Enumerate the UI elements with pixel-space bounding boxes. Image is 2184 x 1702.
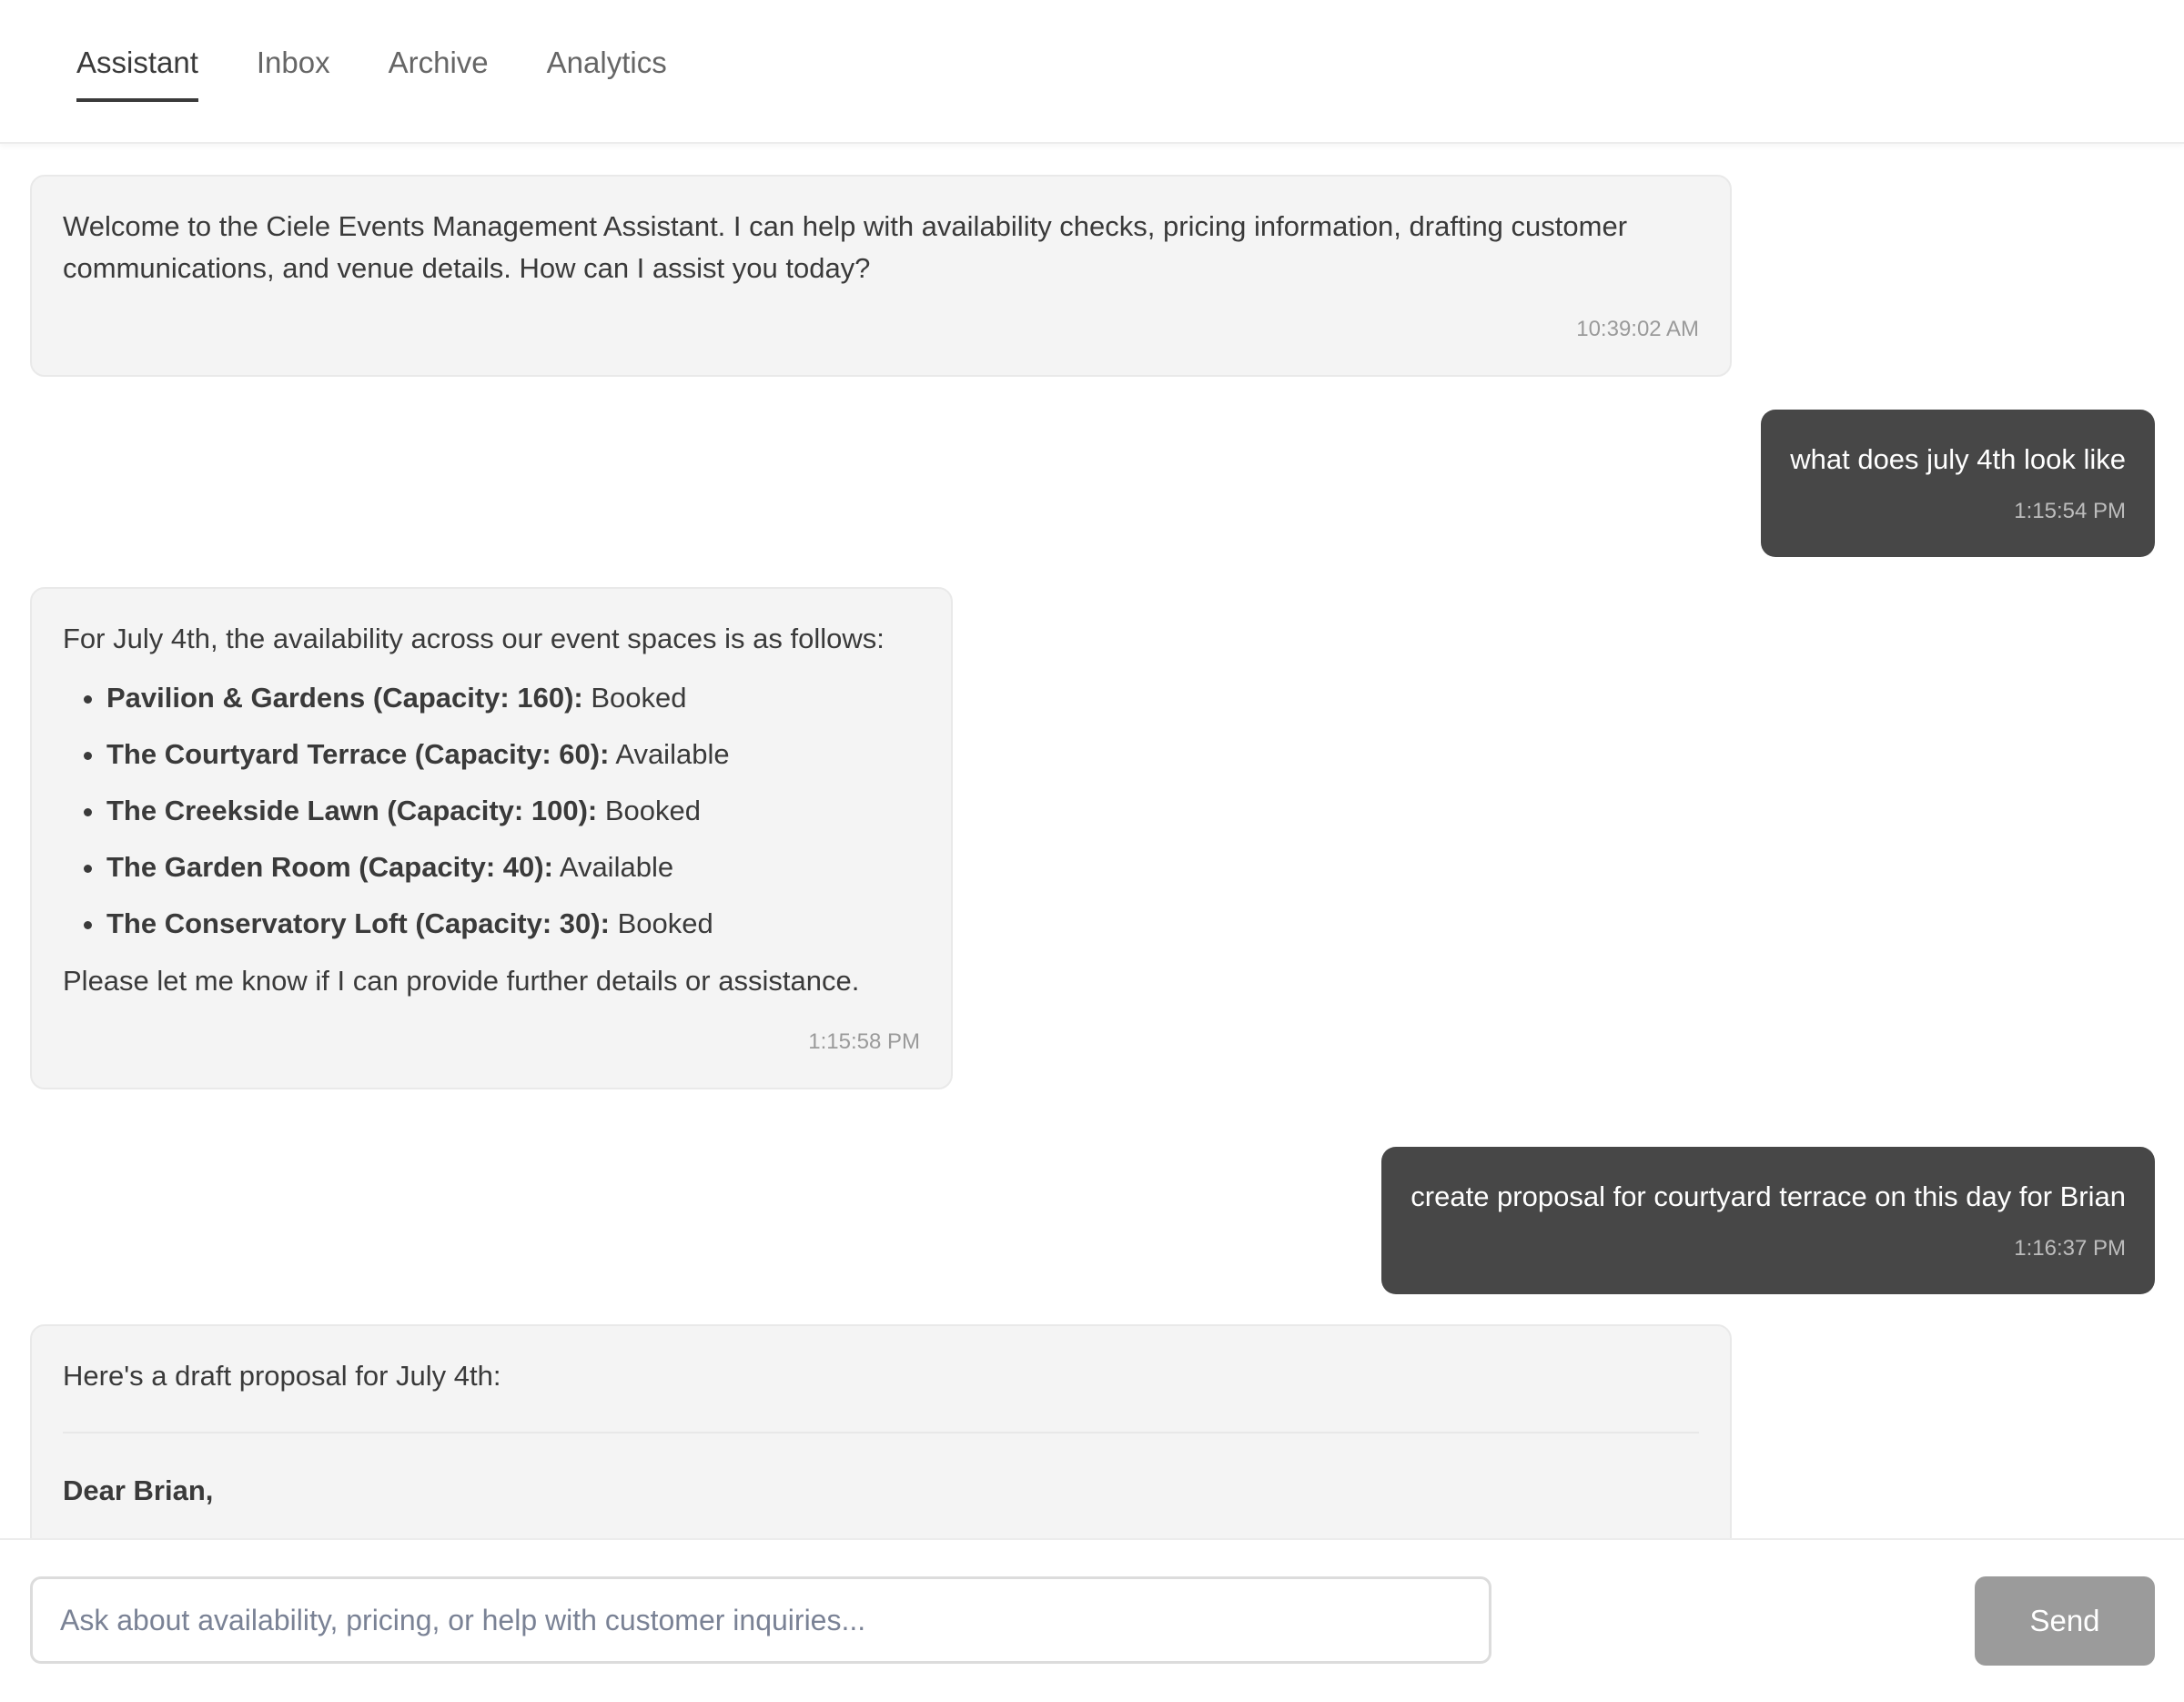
venue-status: Booked <box>617 907 713 939</box>
venue-name: Pavilion & Gardens (Capacity: 160): <box>106 682 583 714</box>
venue-status: Booked <box>591 682 687 714</box>
message-text: create proposal for courtyard terrace on… <box>1410 1180 2126 1212</box>
list-item: The Conservatory Loft (Capacity: 30): Bo… <box>106 906 920 942</box>
venue-status: Available <box>559 851 674 883</box>
list-item: The Garden Room (Capacity: 40): Availabl… <box>106 849 920 886</box>
venue-name: The Courtyard Terrace (Capacity: 60): <box>106 738 610 770</box>
venue-name: The Creekside Lawn (Capacity: 100): <box>106 795 598 826</box>
message-text: what does july 4th look like <box>1790 443 2126 475</box>
divider <box>63 1432 1699 1434</box>
assistant-message-proposal: Here's a draft proposal for July 4th: De… <box>30 1324 1732 1538</box>
message-text: Here's a draft proposal for July 4th: <box>63 1360 501 1392</box>
tab-analytics[interactable]: Analytics <box>547 44 667 102</box>
message-timestamp: 1:15:54 PM <box>2014 499 2126 523</box>
venue-status: Available <box>615 738 730 770</box>
message-text: Please let me know if I can provide furt… <box>63 965 860 997</box>
assistant-message-availability: For July 4th, the availability across ou… <box>30 587 953 1089</box>
tab-archive[interactable]: Archive <box>389 44 489 102</box>
user-message-2: create proposal for courtyard terrace on… <box>1381 1147 2155 1294</box>
list-item: The Courtyard Terrace (Capacity: 60): Av… <box>106 736 920 773</box>
venue-name: The Conservatory Loft (Capacity: 30): <box>106 907 610 939</box>
tab-assistant[interactable]: Assistant <box>76 44 198 102</box>
message-input[interactable] <box>30 1576 1491 1664</box>
composer: Send <box>0 1538 2184 1702</box>
tab-bar: Assistant Inbox Archive Analytics <box>76 44 667 102</box>
message-timestamp: 10:39:02 AM <box>1576 317 1699 341</box>
chat-thread[interactable]: Welcome to the Ciele Events Management A… <box>0 146 2184 1538</box>
list-item: The Creekside Lawn (Capacity: 100): Book… <box>106 793 920 829</box>
list-item: Pavilion & Gardens (Capacity: 160): Book… <box>106 680 920 716</box>
venue-name: The Garden Room (Capacity: 40): <box>106 851 553 883</box>
message-timestamp: 1:15:58 PM <box>808 1029 920 1054</box>
venue-status: Booked <box>604 795 701 826</box>
top-nav: Assistant Inbox Archive Analytics <box>0 0 2184 144</box>
venue-list: Pavilion & Gardens (Capacity: 160): Book… <box>63 680 920 942</box>
message-timestamp: 1:16:37 PM <box>2014 1236 2126 1261</box>
assistant-message-welcome: Welcome to the Ciele Events Management A… <box>30 175 1732 377</box>
tab-inbox[interactable]: Inbox <box>257 44 330 102</box>
user-message-1: what does july 4th look like 1:15:54 PM <box>1761 410 2155 557</box>
send-button[interactable]: Send <box>1975 1576 2155 1666</box>
message-text: Welcome to the Ciele Events Management A… <box>63 210 1628 284</box>
proposal-greeting: Dear Brian, <box>63 1474 214 1506</box>
message-text: For July 4th, the availability across ou… <box>63 623 885 654</box>
